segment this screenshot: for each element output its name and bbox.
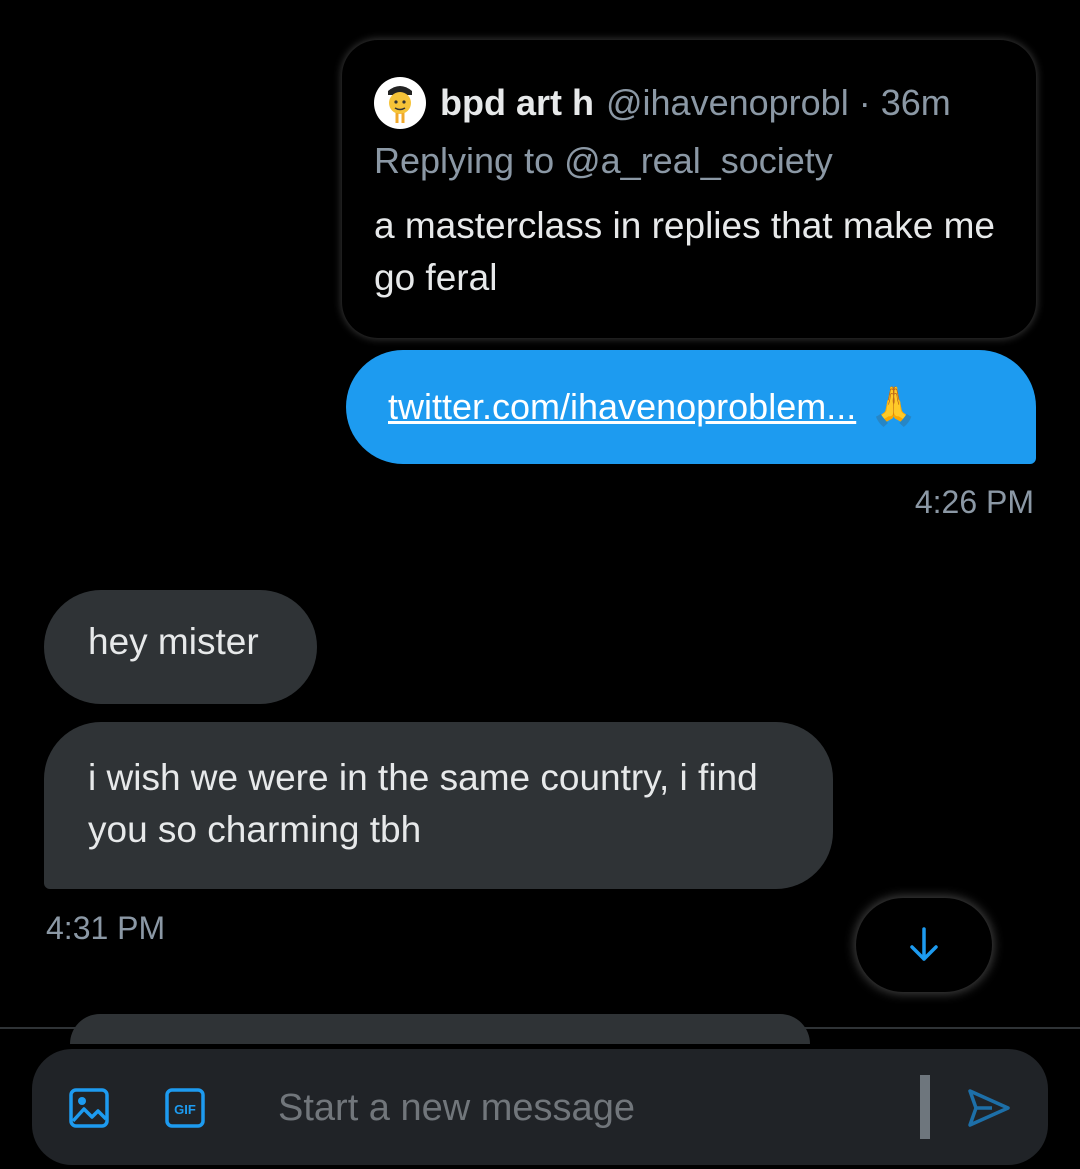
send-button[interactable] [966,1087,1012,1134]
add-gif-button[interactable]: GIF [164,1087,206,1134]
message-timestamp: 4:26 PM [914,484,1034,520]
replying-to-label: Replying to @a_real_society [374,140,833,181]
send-icon [968,1089,1010,1127]
gif-label: GIF [174,1102,196,1117]
message-timestamp: 4:31 PM [46,910,166,946]
scroll-to-bottom-button[interactable] [856,898,992,992]
add-image-button[interactable] [68,1087,110,1134]
message-text: hey mister [88,621,259,662]
arrow-down-icon [910,927,938,961]
quoted-display-name[interactable]: bpd art h [440,82,594,124]
image-icon [69,1088,109,1128]
quoted-tweet-card[interactable]: bpd art h @ihavenoprobl · 36m Replying t… [342,40,1036,338]
partial-message-bubble [70,1014,810,1044]
quoted-time-ago: 36m [880,82,951,123]
gif-icon: GIF [165,1088,205,1128]
message-input[interactable] [276,1079,900,1137]
avatar-emoji-icon [388,86,412,123]
separator-dot: · [858,82,871,123]
outgoing-message-bubble[interactable]: twitter.com/ihavenoproblem... 🙏 [346,350,1036,464]
incoming-message-bubble[interactable]: i wish we were in the same country, i fi… [44,722,833,889]
quoted-handle[interactable]: @ihavenoprobl [606,82,849,124]
message-text: i wish we were in the same country, i fi… [88,757,758,850]
folded-hands-emoji: 🙏 [870,386,918,428]
composer-divider [0,1027,1080,1029]
quoted-tweet-header: bpd art h @ihavenoprobl · 36m [374,74,1016,132]
text-cursor [920,1075,930,1139]
quoted-tweet-text: a masterclass in replies that make me go… [374,205,996,298]
avatar[interactable] [374,77,426,129]
message-link[interactable]: twitter.com/ihavenoproblem... [388,386,856,428]
incoming-message-bubble[interactable]: hey mister [44,590,317,704]
message-composer: GIF [32,1049,1048,1165]
